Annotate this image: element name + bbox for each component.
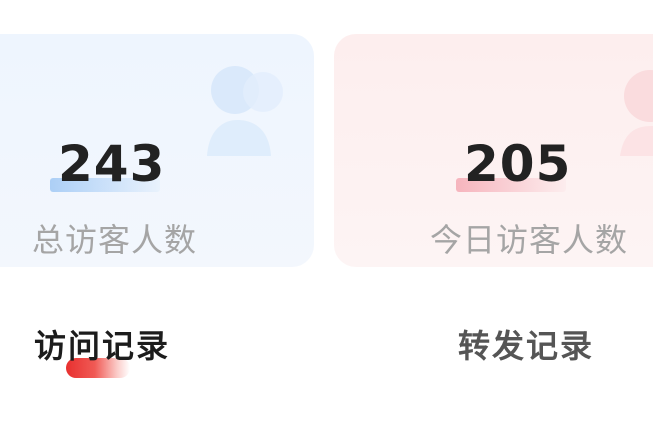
- today-visitors-label: 今日访客人数: [430, 221, 629, 259]
- visitor-stats-page: 243 总访客人数 205 今日访客人数 访问记录 转发记录: [0, 0, 653, 429]
- total-visitors-card[interactable]: 243 总访客人数: [0, 34, 314, 267]
- total-visitors-value: 243: [58, 135, 166, 193]
- visitors-watermark-icon: [620, 70, 653, 156]
- visitors-watermark-icon: [207, 66, 283, 156]
- tab-forward-records-label: 转发记录: [458, 327, 595, 365]
- total-visitors-value-wrap: 243: [50, 134, 166, 194]
- tab-visit-records[interactable]: 访问记录: [34, 322, 174, 378]
- today-visitors-value-wrap: 205: [456, 134, 572, 194]
- total-visitors-label: 总访客人数: [32, 221, 198, 259]
- tab-visit-records-label: 访问记录: [34, 327, 171, 365]
- today-visitors-value: 205: [464, 135, 572, 193]
- today-visitors-card[interactable]: 205 今日访客人数: [334, 34, 653, 267]
- tab-forward-records[interactable]: 转发记录: [458, 322, 598, 372]
